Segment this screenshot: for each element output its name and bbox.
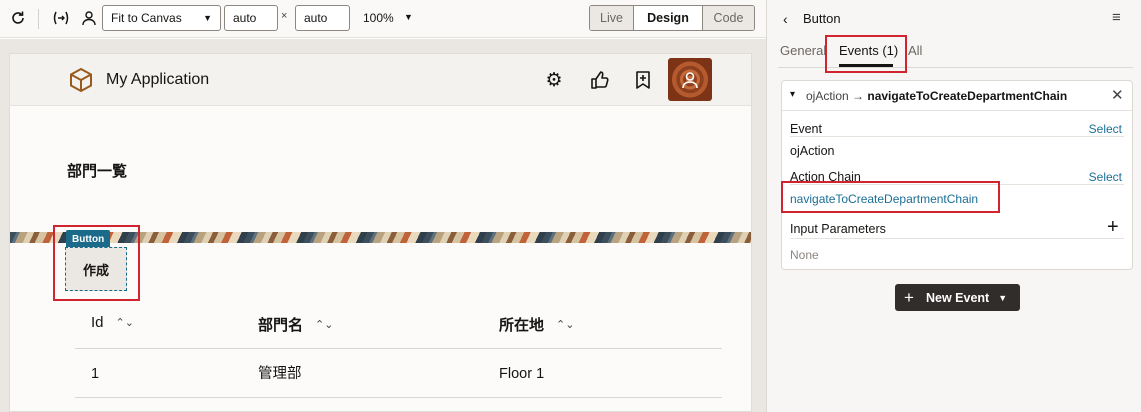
mode-design[interactable]: Design (634, 6, 703, 30)
cube-logo-icon (68, 67, 94, 93)
events-tab-highlight (825, 35, 907, 73)
event-card-title: ojAction → navigateToCreateDepartmentCha… (806, 89, 1067, 103)
height-value: auto (304, 11, 328, 25)
chevron-down-icon: ▼ (203, 13, 212, 23)
cell-location: Floor 1 (499, 366, 545, 382)
event-card: ▾ ojAction → navigateToCreateDepartmentC… (781, 80, 1133, 270)
chevron-down-icon: ▼ (998, 292, 1008, 303)
refresh-icon[interactable] (8, 8, 28, 28)
event-card-header[interactable]: ▾ ojAction → navigateToCreateDepartmentC… (782, 81, 1132, 111)
app-title: My Application (106, 71, 210, 88)
bookmark-add-icon[interactable] (631, 68, 655, 92)
event-chain-name: navigateToCreateDepartmentChain (867, 89, 1068, 103)
row-divider (75, 397, 722, 398)
event-value: ojAction (790, 144, 835, 158)
sort-icon[interactable]: ⌃⌄ (315, 318, 333, 331)
height-input[interactable]: auto (295, 5, 350, 31)
binding-icon[interactable] (50, 8, 72, 28)
tab-all[interactable]: All (908, 43, 922, 58)
page-heading: 部門一覧 (67, 163, 128, 180)
designer-toolbar: Fit to Canvas ▼ auto × auto 100% ▼ Live … (0, 0, 766, 38)
chevron-down-icon[interactable]: ▼ (404, 12, 413, 22)
mode-code[interactable]: Code (703, 6, 754, 30)
column-header-id[interactable]: Id ⌃⌄ (91, 314, 134, 331)
event-prefix: ojAction → (806, 89, 865, 103)
column-label: Id (91, 314, 104, 331)
close-icon[interactable]: ✕ (1111, 86, 1124, 104)
mode-live[interactable]: Live (590, 6, 634, 30)
chevron-down-icon[interactable]: ▾ (790, 89, 795, 100)
gear-icon[interactable]: ⚙ (542, 68, 566, 92)
row-divider (75, 348, 722, 349)
input-parameters-label: Input Parameters (790, 222, 886, 236)
avatar[interactable] (668, 58, 712, 101)
event-select-link[interactable]: Select (1089, 122, 1122, 136)
column-header-department-name[interactable]: 部門名 ⌃⌄ (258, 314, 333, 335)
fit-mode-select[interactable]: Fit to Canvas ▼ (102, 5, 221, 31)
width-value: auto (233, 11, 257, 25)
column-header-location[interactable]: 所在地 ⌃⌄ (499, 314, 574, 335)
user-icon[interactable] (79, 8, 99, 28)
width-input[interactable]: auto (224, 5, 278, 31)
times-symbol: × (281, 10, 288, 22)
mode-switcher: Live Design Code (589, 5, 755, 31)
tab-general[interactable]: General (780, 43, 826, 58)
cell-department-name: 管理部 (258, 366, 302, 382)
column-label: 所在地 (499, 317, 545, 334)
add-parameter-icon[interactable]: + (1107, 217, 1119, 237)
new-event-button[interactable]: + New Event ▼ (895, 284, 1020, 311)
action-chain-select-link[interactable]: Select (1089, 170, 1122, 184)
action-chain-highlight (781, 181, 1000, 213)
back-chevron-icon[interactable]: ‹ (783, 11, 788, 27)
zoom-level[interactable]: 100% (363, 11, 394, 25)
event-label: Event (790, 122, 822, 136)
create-button[interactable]: 作成 (65, 247, 127, 291)
plus-icon: + (904, 287, 914, 307)
component-tag: Button (66, 230, 111, 248)
hamburger-menu-icon[interactable]: ≡ (1112, 9, 1121, 26)
new-event-label: New Event (926, 290, 990, 305)
input-parameters-value: None (790, 248, 819, 262)
panel-title: Button (803, 11, 841, 26)
sort-icon[interactable]: ⌃⌄ (116, 316, 134, 329)
thumbs-up-icon[interactable] (588, 68, 612, 92)
fit-mode-value: Fit to Canvas (111, 11, 182, 25)
cell-id: 1 (91, 366, 100, 382)
sort-icon[interactable]: ⌃⌄ (556, 318, 574, 331)
app-header: My Application ⚙ (10, 54, 751, 106)
column-label: 部門名 (258, 317, 304, 334)
